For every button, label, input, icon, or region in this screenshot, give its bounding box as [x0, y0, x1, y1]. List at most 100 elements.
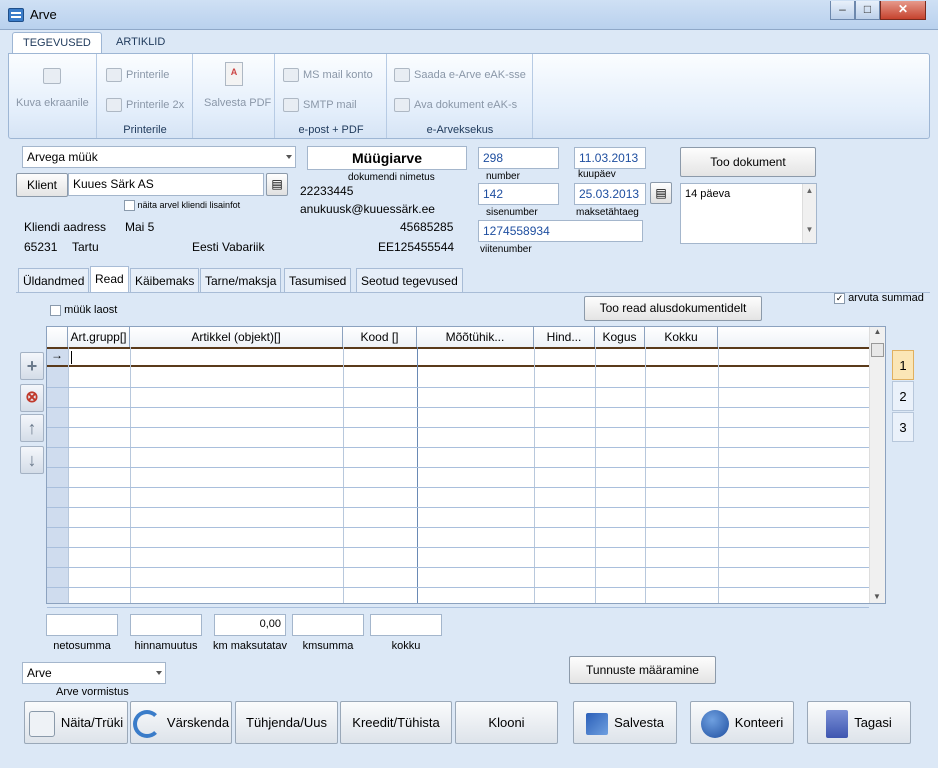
tagasi-button[interactable]: Tagasi: [807, 701, 911, 744]
netosumma-field[interactable]: [46, 614, 118, 636]
sale-from-stock-checkbox[interactable]: müük laost: [50, 304, 117, 316]
col-artikkel[interactable]: Artikkel (objekt)[]: [130, 327, 343, 347]
reference-field[interactable]: 1274558934: [478, 220, 643, 242]
grid-row-line: [47, 487, 869, 488]
tunnuste-maaramine-button[interactable]: Tunnuste määramine: [569, 656, 716, 684]
delete-row-button[interactable]: ⊗: [20, 384, 44, 412]
printer-label: Printerile: [126, 68, 170, 81]
title-bar: Arve – □ ✕: [0, 0, 938, 30]
smtp-icon: [283, 98, 299, 112]
naita-truki-button[interactable]: Näita/Trüki: [24, 701, 128, 744]
salvesta-pdf-button[interactable]: Salvesta PDF: [204, 97, 271, 109]
show-client-info-checkbox[interactable]: näita arvel kliendi lisainfot: [124, 200, 240, 212]
page-3-button[interactable]: 3: [892, 412, 914, 442]
tab-seotud[interactable]: Seotud tegevused: [356, 268, 463, 292]
doc-name-field[interactable]: Müügiarve: [307, 146, 467, 170]
tab-tasumised[interactable]: Tasumised: [284, 268, 352, 292]
col-kood[interactable]: Kood []: [343, 327, 417, 347]
calendar-button[interactable]: ▤: [650, 182, 672, 204]
checkbox-icon: [124, 200, 135, 212]
grid-scrollbar[interactable]: ▲ ▼: [869, 327, 885, 603]
calc-sums-label: arvuta summad: [848, 292, 924, 304]
client-name-field[interactable]: Kuues Särk AS: [68, 173, 264, 196]
fetch-rows-button[interactable]: Too read alusdokumentidelt: [584, 296, 762, 321]
col-kokku[interactable]: Kokku: [645, 327, 718, 347]
payment-terms-field[interactable]: 14 päeva ▲ ▼: [680, 183, 817, 244]
calc-sums-checkbox[interactable]: ✓ arvuta summad: [834, 292, 924, 304]
add-row-button[interactable]: +: [20, 352, 44, 380]
maximize-button[interactable]: □: [855, 1, 880, 20]
internal-number-field[interactable]: 142: [478, 183, 559, 205]
current-row[interactable]: [47, 347, 869, 367]
tab-read[interactable]: Read: [90, 266, 129, 292]
ribbon-tab-artiklid[interactable]: ARTIKLID: [106, 32, 175, 54]
naita-truki-label: Näita/Trüki: [60, 715, 124, 730]
client-postal: 65231: [24, 240, 58, 254]
refresh-icon: [132, 709, 161, 738]
smtp-mail-button[interactable]: SMTP mail: [283, 98, 357, 112]
move-up-button[interactable]: ↑: [20, 414, 44, 442]
client-street: Mai 5: [125, 220, 155, 234]
netosumma-label: netosumma: [53, 640, 111, 652]
exit-door-icon: [826, 709, 849, 738]
printer-icon: [106, 68, 122, 82]
grid-row-line: [47, 427, 869, 428]
page-2-button[interactable]: 2: [892, 381, 914, 411]
scrollbar[interactable]: ▲ ▼: [802, 184, 816, 243]
doc-type-select[interactable]: Arvega müük: [22, 146, 296, 168]
client-email: anukuusk@kuuessärk.ee: [300, 202, 435, 216]
client-lookup-button[interactable]: ▤: [266, 173, 288, 196]
col-art-grupp[interactable]: Art.grupp[]: [68, 327, 130, 347]
group-label-earve: e-Arveksekus: [426, 124, 494, 136]
kuva-ekraanile-button[interactable]: Kuva ekraanile: [16, 97, 89, 109]
salvesta-label: Salvesta: [614, 715, 664, 730]
ms-mail-button[interactable]: MS mail konto: [283, 68, 373, 82]
salvesta-button[interactable]: Salvesta: [573, 701, 677, 744]
tuhjenda-uus-button[interactable]: Tühjenda/Uus: [235, 701, 338, 744]
number-label: number: [486, 171, 520, 182]
format-label: Arve vormistus: [56, 686, 129, 698]
kreedit-tuhista-button[interactable]: Kreedit/Tühista: [340, 701, 452, 744]
checkbox-icon: [50, 304, 61, 316]
kokku-field[interactable]: [370, 614, 442, 636]
printer-2x-button[interactable]: Printerile 2x: [106, 98, 184, 112]
tab-kaibemaks[interactable]: Käibemaks: [130, 268, 200, 292]
ribbon-tab-tegevused[interactable]: TEGEVUSED: [12, 32, 102, 54]
format-select[interactable]: Arve: [22, 662, 166, 684]
printer-button[interactable]: Printerile: [106, 68, 169, 82]
tab-tarne[interactable]: Tarne/maksja: [200, 268, 282, 292]
col-filler: [718, 327, 869, 347]
kmsumma-field[interactable]: [292, 614, 364, 636]
konteeri-button[interactable]: Konteeri: [690, 701, 794, 744]
checkbox-checked-icon: ✓: [834, 292, 845, 304]
rows-grid[interactable]: Art.grupp[] Artikkel (objekt)[] Kood [] …: [46, 326, 886, 608]
number-field[interactable]: 298: [478, 147, 559, 169]
date-label: kuupäev: [578, 169, 616, 180]
minimize-button[interactable]: –: [830, 1, 855, 20]
grid-row-line: [47, 407, 869, 408]
kmsumma-label: kmsumma: [302, 640, 354, 652]
due-date-field[interactable]: 25.03.2013: [574, 183, 646, 205]
globe-icon: [700, 709, 729, 738]
date-field[interactable]: 11.03.2013: [574, 147, 646, 169]
col-hind[interactable]: Hind...: [534, 327, 595, 347]
col-mootuhik[interactable]: Mõõtühik...: [417, 327, 534, 347]
grid-row-line: [47, 387, 869, 388]
klooni-button[interactable]: Klooni: [455, 701, 558, 744]
client-button[interactable]: Klient: [16, 173, 68, 197]
hinnamuutus-field[interactable]: [130, 614, 202, 636]
col-kogus[interactable]: Kogus: [595, 327, 645, 347]
ribbon-group-pdf: A Salvesta PDF: [193, 54, 275, 138]
internal-number-label: sisenumber: [486, 207, 538, 218]
km-maksutatav-field[interactable]: 0,00: [214, 614, 286, 636]
move-down-button[interactable]: ↓: [20, 446, 44, 474]
varskenda-button[interactable]: Värskenda: [130, 701, 232, 744]
saada-earve-button[interactable]: Saada e-Arve eAK-sse: [394, 68, 526, 82]
tab-uldandmed[interactable]: Üldandmed: [18, 268, 90, 292]
scrollbar-thumb[interactable]: [871, 343, 884, 357]
ava-dokument-button[interactable]: Ava dokument eAK-s: [394, 98, 517, 112]
page-1-button[interactable]: 1: [892, 350, 914, 380]
fetch-document-button[interactable]: Too dokument: [680, 147, 816, 177]
konteeri-label: Konteeri: [734, 715, 784, 730]
close-button[interactable]: ✕: [880, 1, 926, 20]
